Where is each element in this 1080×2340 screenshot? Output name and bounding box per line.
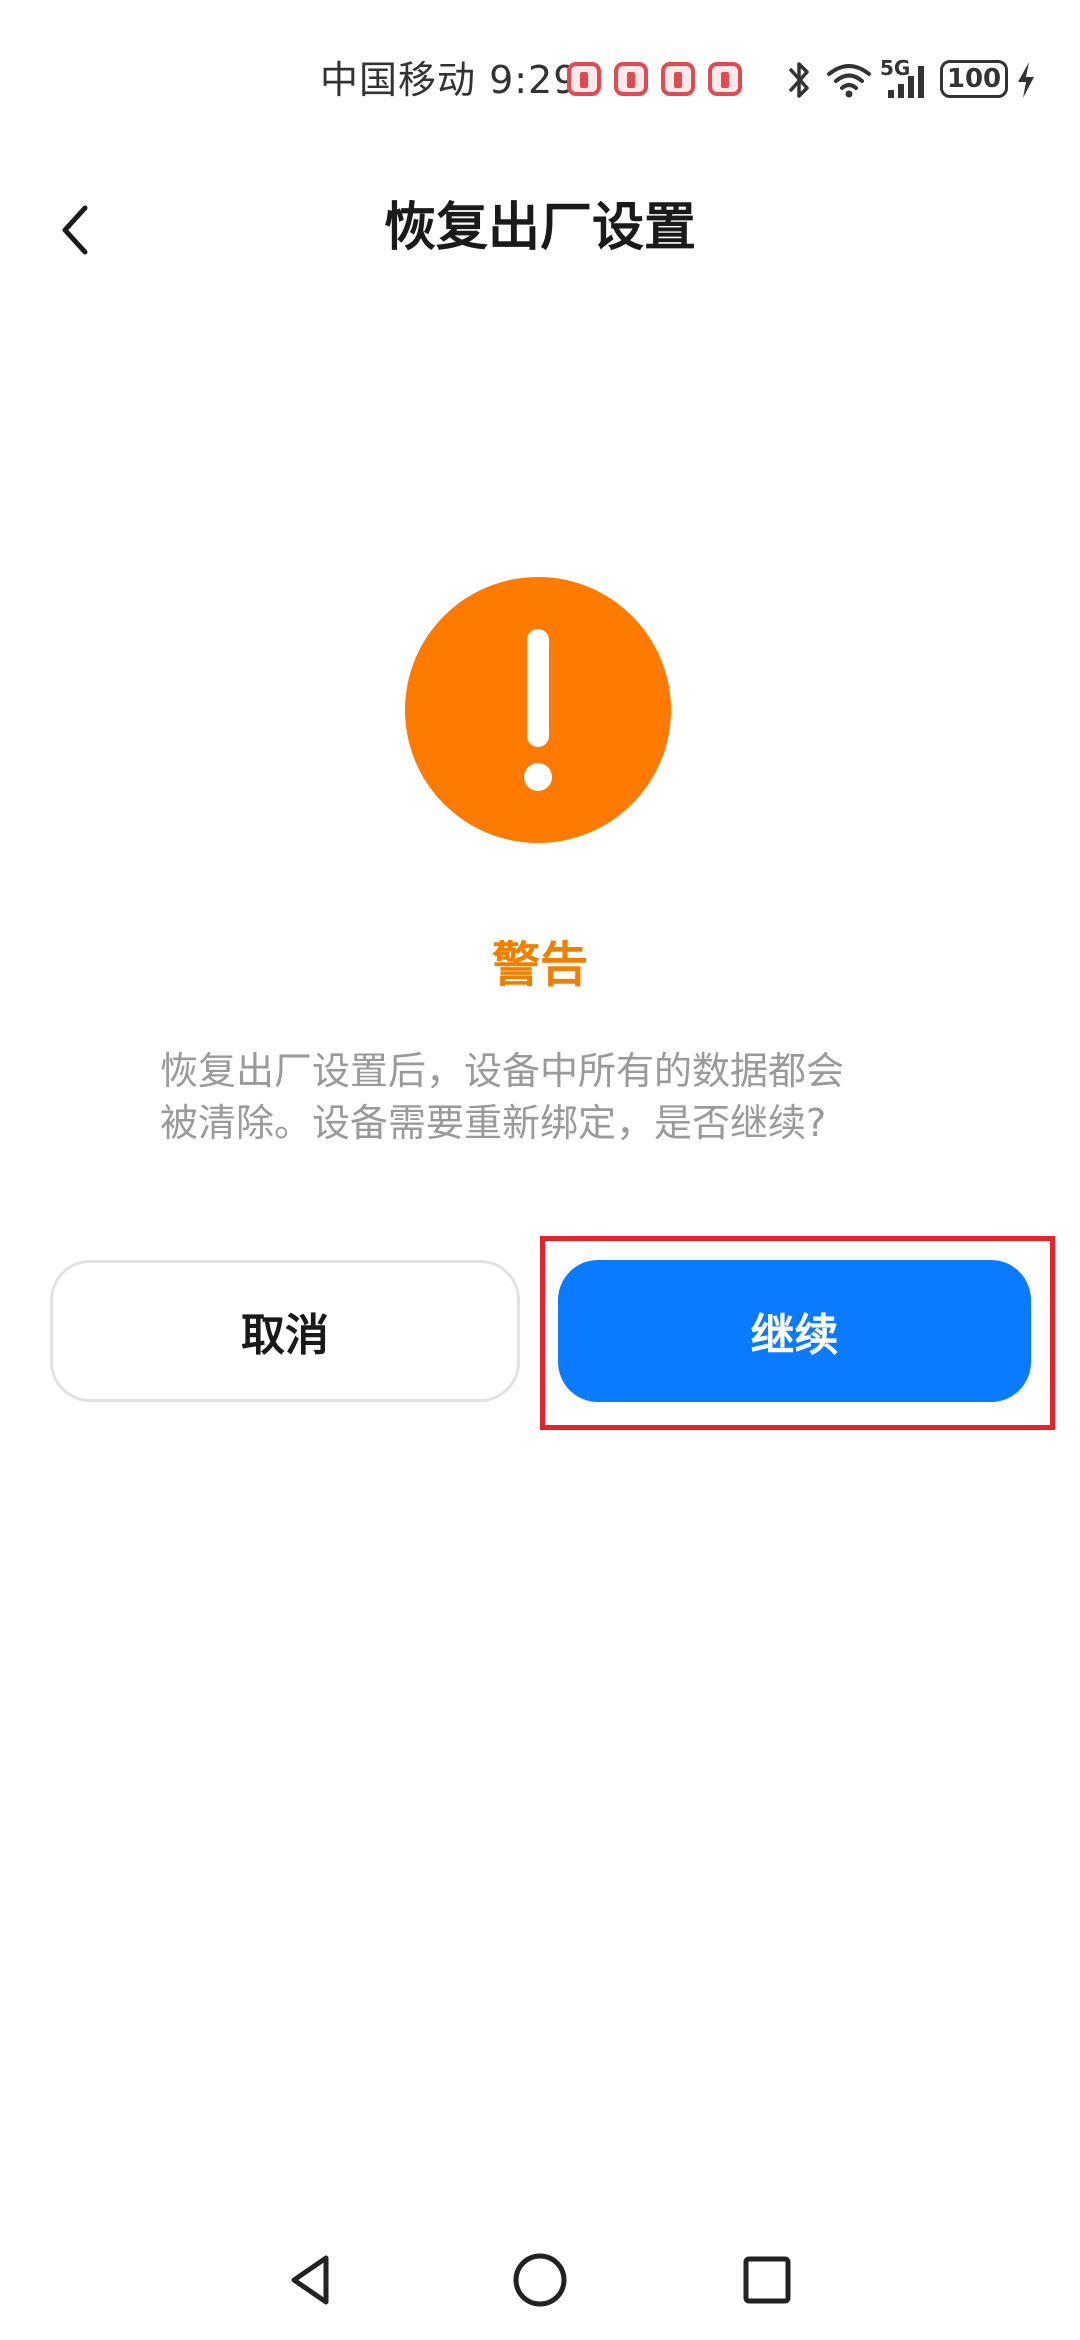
- charging-icon: [1018, 62, 1034, 98]
- signal-icon: [888, 66, 924, 98]
- cancel-button[interactable]: 取消: [50, 1260, 520, 1402]
- wifi-icon: [827, 64, 871, 98]
- notification-icon: [708, 62, 742, 96]
- highlight-box: [540, 1236, 1055, 1430]
- page-title: 恢复出厂设置: [383, 198, 696, 258]
- square-recents-icon: [743, 2256, 791, 2304]
- warning-message-line: 恢复出厂设置后，设备中所有的数据都会: [160, 1049, 845, 1093]
- nav-recents-button[interactable]: [727, 2240, 807, 2320]
- notification-icon: [614, 62, 648, 96]
- carrier-time: 中国移动 9:29: [320, 58, 579, 102]
- factory-reset-page: 中国移动 9:29 5G 100 恢复出厂设置 警告 恢复出厂设置后，设备中所有…: [0, 0, 1080, 2340]
- nav-home-button[interactable]: [500, 2240, 580, 2320]
- warning-message-line: 被清除。设备需要重新绑定，是否继续?: [160, 1101, 827, 1145]
- warning-message: 恢复出厂设置后，设备中所有的数据都会 被清除。设备需要重新绑定，是否继续?: [160, 1045, 950, 1149]
- notification-icon: [661, 62, 695, 96]
- circle-home-icon: [513, 2253, 567, 2307]
- bluetooth-icon: [789, 62, 809, 98]
- exclamation-circle-icon: [405, 577, 671, 843]
- battery-indicator: 100: [940, 60, 1008, 98]
- notification-icon: [567, 62, 601, 96]
- warning-title: 警告: [491, 937, 588, 993]
- status-bar: 中国移动 9:29 5G 100: [0, 0, 1080, 150]
- triangle-back-icon: [291, 2255, 329, 2305]
- nav-back-button[interactable]: [270, 2240, 350, 2320]
